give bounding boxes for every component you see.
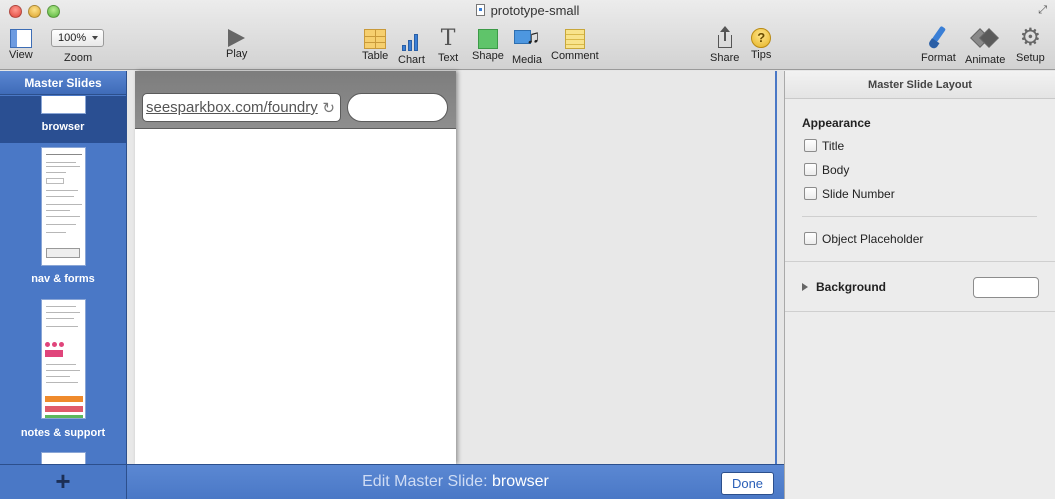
slide-thumbnail [41,299,86,419]
zoom-label: Zoom [64,52,93,64]
window-title: prototype-small [0,3,1055,18]
paintbrush-icon [927,25,949,51]
slide-number-checkbox-label: Slide Number [822,187,895,201]
tips-label: Tips [751,49,772,61]
canvas-divider [775,71,777,464]
inspector-title: Master Slide Layout [785,71,1055,99]
background-disclosure[interactable]: Background [802,280,886,294]
title-checkbox-label: Title [822,139,845,153]
slide-thumbnail [41,147,86,266]
format-label: Format [921,52,956,64]
divider [785,311,1055,312]
background-label: Background [816,280,887,294]
edit-master-slide-name: browser [491,473,549,490]
comment-icon [564,29,585,49]
fullscreen-icon[interactable]: ⤢ [1038,4,1047,17]
object-placeholder-checkbox[interactable] [804,232,817,245]
master-slide-list[interactable]: browser nav & forms notes & support [0,96,126,464]
master-slide-next[interactable] [0,450,126,464]
animate-button[interactable]: Animate [965,26,1005,66]
master-slide-browser[interactable]: browser [0,96,126,143]
setup-button[interactable]: ⚙ Setup [1016,24,1045,65]
url-text: seesparkbox.com/foundry [146,99,318,116]
slide-thumbnail [41,96,86,114]
master-slides-title: Master Slides [0,71,126,95]
reload-icon: ↻ [322,100,335,117]
play-button[interactable]: Play [226,26,247,60]
chart-button[interactable]: Chart [398,26,425,66]
divider [802,216,1037,217]
edit-master-prefix: Edit Master Slide: [362,473,488,490]
tips-button[interactable]: ? Tips [751,26,771,61]
comment-button[interactable]: Comment [551,26,599,62]
browser-toolbar-mock[interactable]: seesparkbox.com/foundry ↻ [135,71,456,129]
window-title-text: prototype-small [490,3,580,18]
master-slide-caption: browser [41,121,85,133]
animate-label: Animate [965,54,1006,66]
media-icon: ♫ [513,28,540,53]
master-slide-preview[interactable]: seesparkbox.com/foundry ↻ [135,71,456,464]
chevron-down-icon [92,36,98,40]
slide-number-checkbox[interactable] [804,187,817,200]
master-slides-footer: + [0,464,126,499]
slide-canvas[interactable]: seesparkbox.com/foundry ↻ [127,71,777,464]
setup-label: Setup [1016,52,1045,64]
tips-icon: ? [751,28,772,48]
search-field[interactable] [347,93,448,122]
play-icon [228,29,246,47]
master-slide-notes-support[interactable]: notes & support [0,298,126,440]
object-placeholder-label: Object Placeholder [822,232,924,246]
body-checkbox-label: Body [822,163,850,177]
shape-label: Shape [472,50,504,62]
comment-label: Comment [551,50,599,62]
window-toolbar: prototype-small ⤢ View 100% Zoom Play Ta… [0,0,1055,70]
format-button[interactable]: Format [921,25,956,64]
share-label: Share [710,52,740,64]
disclosure-triangle-icon [802,283,808,291]
play-label: Play [226,48,248,60]
edit-master-text: Edit Master Slide: browser [127,473,784,491]
document-icon [475,4,485,16]
slide-number-checkbox-row[interactable]: Slide Number [804,187,895,201]
url-field[interactable]: seesparkbox.com/foundry ↻ [142,93,341,122]
shape-button[interactable]: Shape [472,26,504,62]
divider [785,261,1055,262]
edit-master-bar: Edit Master Slide: browser Done [127,464,784,499]
title-checkbox[interactable] [804,139,817,152]
object-placeholder-checkbox-row[interactable]: Object Placeholder [804,232,923,246]
text-button[interactable]: T Text [438,26,458,64]
media-label: Media [512,54,542,66]
inspector-panel: Master Slide Layout Appearance Title Bod… [784,71,1055,499]
gear-icon: ⚙ [1019,24,1042,51]
body-checkbox-row[interactable]: Body [804,163,849,177]
master-slides-panel: Master Slides browser nav & forms notes … [0,71,127,499]
table-label: Table [362,50,389,62]
text-icon: T [440,26,456,51]
animate-icon [970,28,1000,53]
media-button[interactable]: ♫ Media [512,26,542,67]
share-button[interactable]: Share [710,26,739,64]
add-master-slide-button[interactable]: + [50,468,76,494]
view-icon [9,29,32,48]
shape-icon [477,29,498,49]
view-label: View [9,49,33,61]
title-checkbox-row[interactable]: Title [804,139,844,153]
appearance-title: Appearance [802,116,871,130]
table-button[interactable]: Table [362,26,388,62]
chart-label: Chart [398,54,425,66]
background-color-well[interactable] [973,277,1039,298]
zoom-value: 100% [58,32,87,44]
body-checkbox[interactable] [804,163,817,176]
share-icon [716,26,734,51]
zoom-select[interactable]: 100% [51,29,104,47]
chart-icon [400,28,422,53]
master-slide-caption: notes & support [20,427,106,439]
slide-thumbnail [41,452,86,464]
table-icon [364,29,387,49]
master-slide-nav-forms[interactable]: nav & forms [0,146,126,286]
view-button[interactable]: View [9,26,33,61]
text-label: Text [438,52,459,64]
master-slide-caption: nav & forms [31,273,95,285]
done-button[interactable]: Done [721,472,774,495]
